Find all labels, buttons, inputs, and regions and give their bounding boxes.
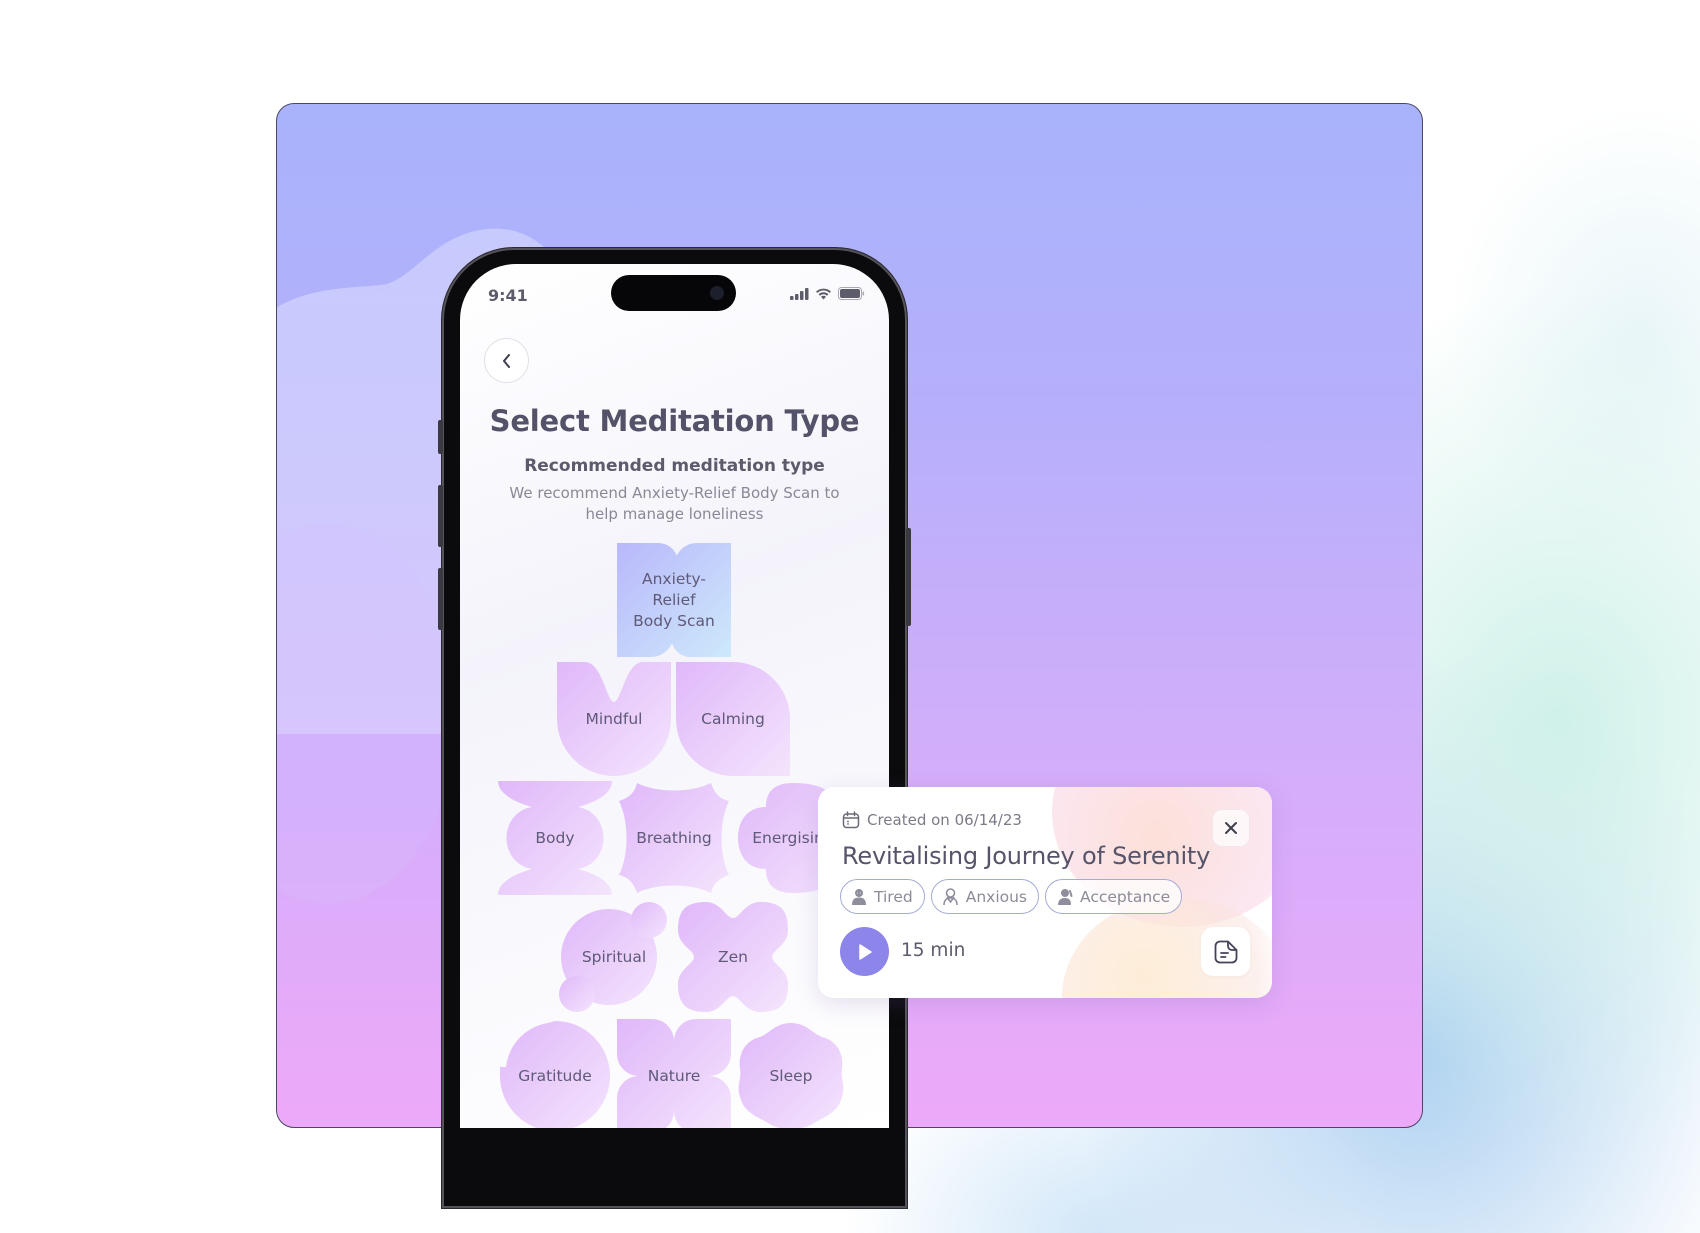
wifi-icon xyxy=(816,288,831,300)
shape-label: Anxiety- Relief Body Scan xyxy=(633,569,715,630)
notes-button[interactable] xyxy=(1201,927,1250,976)
shape-label: Gratitude xyxy=(518,1066,592,1085)
status-time: 9:41 xyxy=(488,286,528,305)
shape-label: Nature xyxy=(647,1066,701,1085)
calendar-icon xyxy=(842,811,860,829)
note-icon xyxy=(1214,940,1237,963)
meditation-type-anxiety-relief-body-scan[interactable]: Anxiety- Relief Body Scan xyxy=(617,543,731,657)
tag-anxious[interactable]: Anxious xyxy=(930,879,1040,914)
tag-label: Tired xyxy=(874,887,913,906)
shape-label: Mindful xyxy=(585,709,643,728)
tag-label: Anxious xyxy=(965,887,1028,906)
meditation-type-gratitude[interactable]: Gratitude xyxy=(498,1019,612,1128)
dynamic-island xyxy=(611,275,736,311)
shape-label: Breathing xyxy=(636,828,712,847)
meditation-type-nature[interactable]: Nature xyxy=(617,1019,731,1128)
created-label: Created on 06/14/23 xyxy=(867,811,1022,829)
meditation-type-mindful[interactable]: Mindful xyxy=(557,662,671,776)
anxious-person-icon xyxy=(942,887,958,905)
close-button[interactable] xyxy=(1212,809,1250,847)
phone-volume-down xyxy=(438,568,443,630)
tired-person-icon xyxy=(852,888,866,905)
back-button[interactable] xyxy=(484,338,529,383)
acceptance-person-icon xyxy=(1058,888,1073,905)
chevron-left-icon xyxy=(502,353,510,368)
battery-icon xyxy=(838,287,865,300)
status-icons xyxy=(790,287,865,300)
tag-label: Acceptance xyxy=(1080,887,1171,906)
meditation-type-body[interactable]: Body xyxy=(498,781,612,895)
recommendation-description: We recommend Anxiety-Relief Body Scan to… xyxy=(509,484,840,523)
session-card[interactable]: Created on 06/14/23 Revitalising Journey… xyxy=(818,787,1272,998)
shape-label: Sleep xyxy=(769,1066,813,1085)
tag-acceptance[interactable]: Acceptance xyxy=(1045,879,1183,914)
shape-label: Spiritual xyxy=(581,947,647,966)
phone-volume-up xyxy=(438,485,443,547)
meditation-type-calming[interactable]: Calming xyxy=(676,662,790,776)
phone-screen: 9:41 Select Meditation Type Recommended … xyxy=(460,264,889,1128)
meditation-type-breathing[interactable]: Breathing xyxy=(617,781,731,895)
created-date: Created on 06/14/23 xyxy=(842,811,1022,829)
close-icon xyxy=(1225,822,1237,834)
session-title: Revitalising Journey of Serenity xyxy=(842,842,1211,870)
meditation-type-sleep[interactable]: Sleep xyxy=(734,1019,848,1128)
meditation-type-zen[interactable]: Zen xyxy=(676,900,790,1014)
phone-power-button xyxy=(906,528,911,626)
play-button[interactable] xyxy=(840,927,889,976)
camera-icon xyxy=(710,286,724,300)
tag-tired[interactable]: Tired xyxy=(840,879,925,914)
meditation-type-spiritual[interactable]: Spiritual xyxy=(557,900,671,1014)
page-title: Select Meditation Type xyxy=(489,404,860,438)
mood-tags: Tired Anxious Acceptance xyxy=(840,879,1183,914)
recommended-heading: Recommended meditation type xyxy=(524,456,825,476)
play-icon xyxy=(858,943,872,960)
shape-label: Body xyxy=(535,828,575,847)
shape-label: Calming xyxy=(701,709,765,728)
phone-silent-switch xyxy=(438,420,443,454)
shape-label: Zen xyxy=(718,947,748,966)
session-duration: 15 min xyxy=(901,940,966,961)
signal-icon xyxy=(790,287,809,300)
